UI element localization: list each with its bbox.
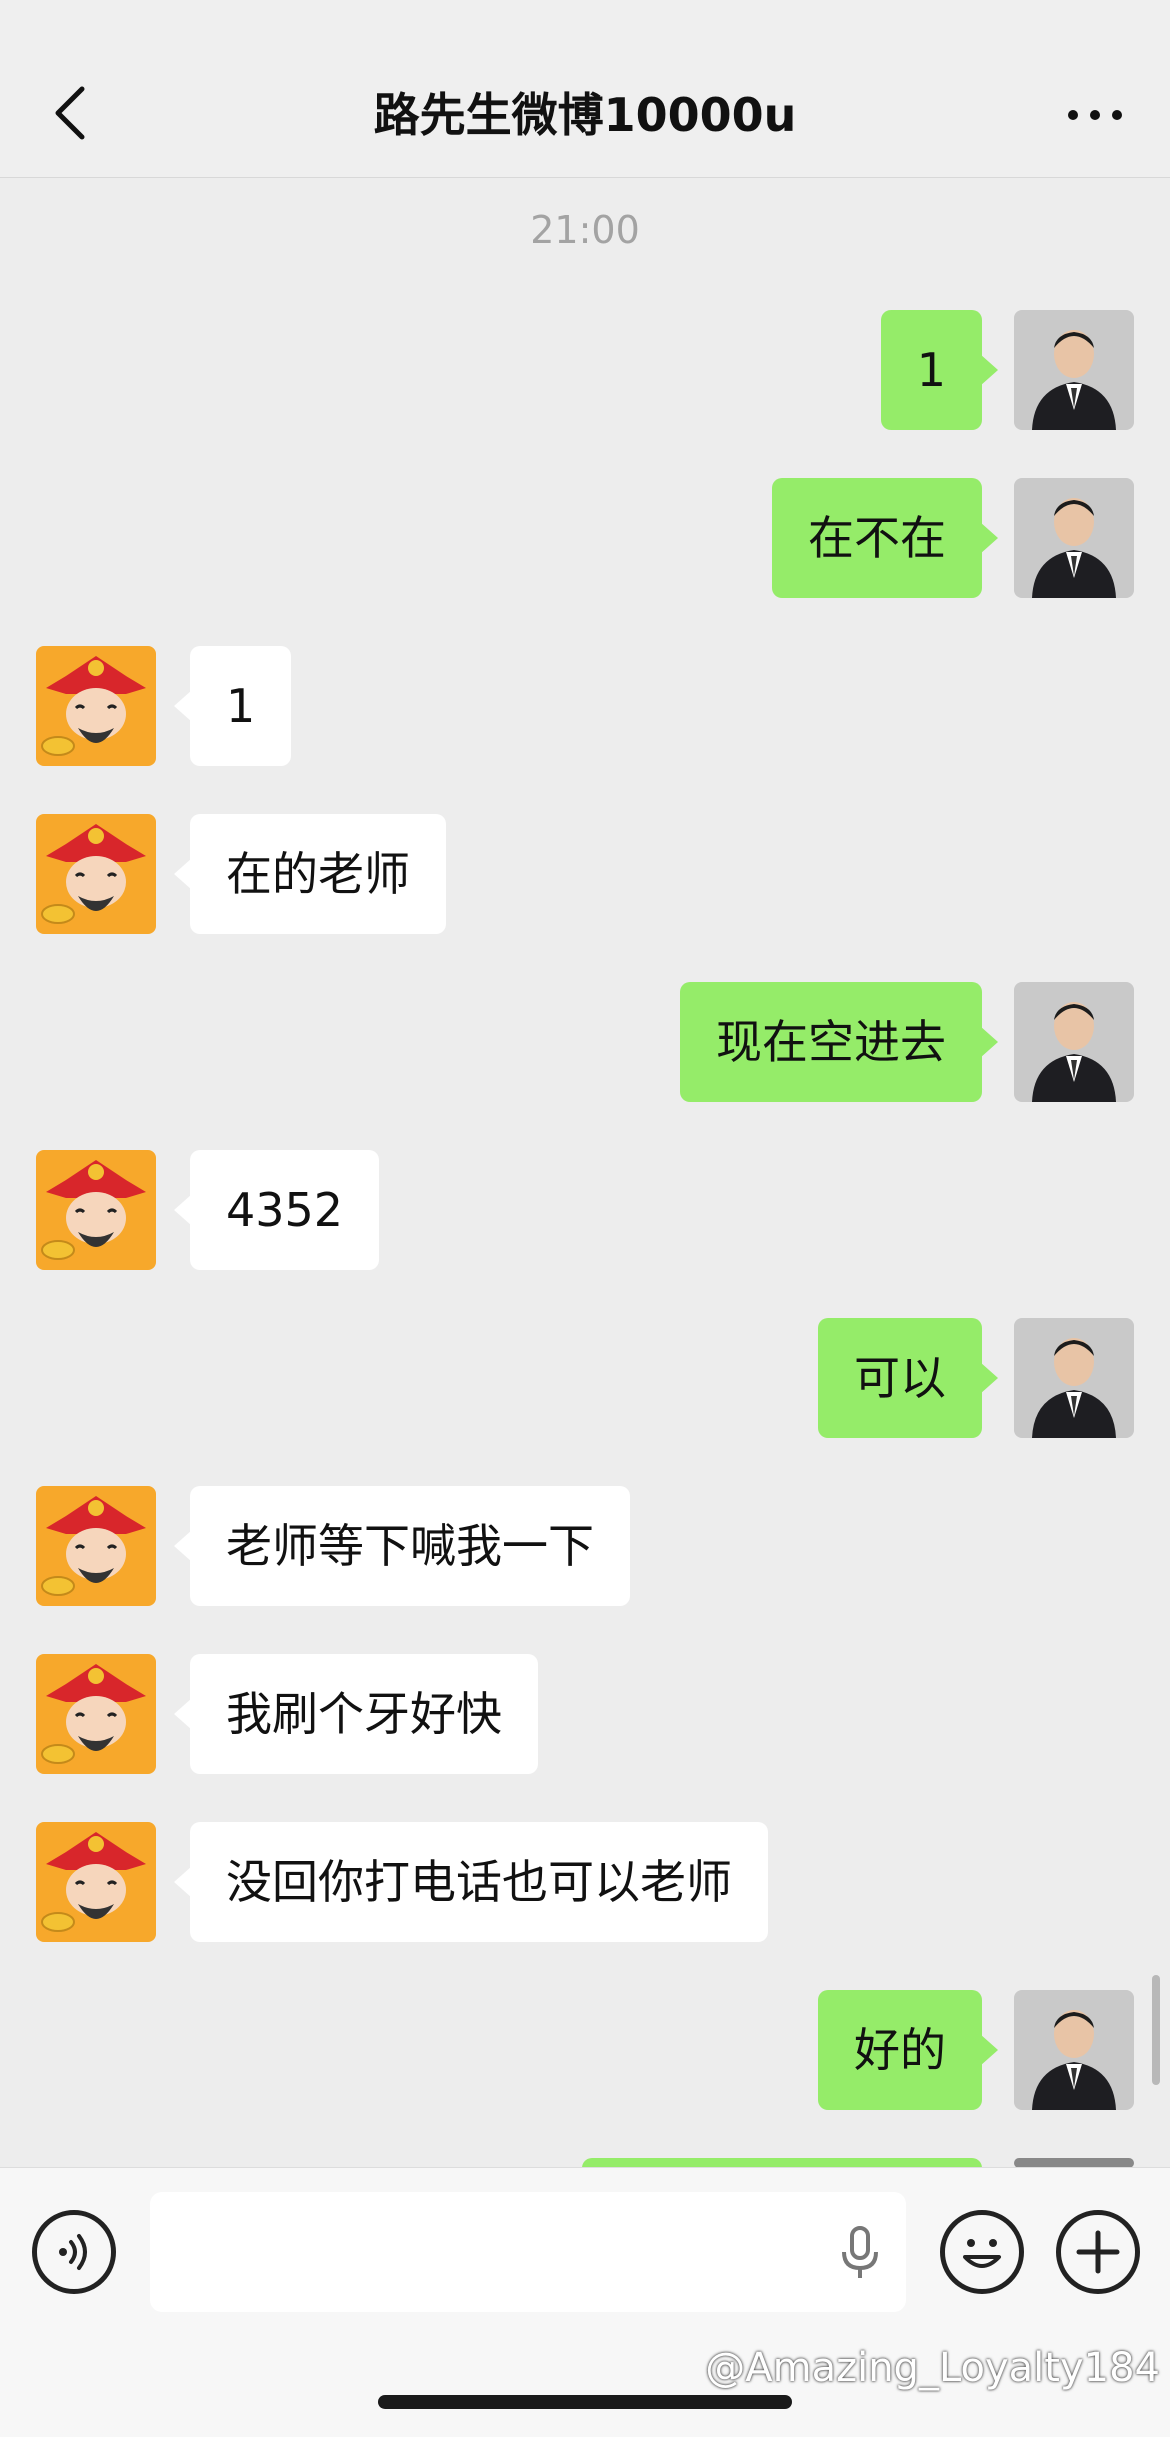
message-bubble-received[interactable]: 老师等下喊我一下 [174,1486,630,1606]
contact-avatar[interactable] [36,646,156,766]
voice-icon [59,2234,87,2270]
message-bubble-sent[interactable]: 现在空进去 [680,982,998,1102]
message-bubble-sent[interactable]: 1 [880,310,999,430]
plus-icon [1076,2230,1120,2274]
emoji-button[interactable] [940,2210,1024,2294]
emoji-icon [963,2239,1001,2268]
more-actions-button[interactable] [1056,2210,1140,2294]
message-bubble-received[interactable]: 没回你打电话也可以老师 [174,1822,768,1942]
microphone-icon[interactable] [830,2222,890,2282]
message-timestamp: 21:00 [530,208,640,252]
message-bubble-received[interactable]: 1 [173,646,292,766]
contact-avatar[interactable] [36,1822,156,1942]
contact-avatar[interactable] [36,1150,156,1270]
more-button[interactable] [1060,85,1130,145]
chat-scrollbar[interactable] [1152,1975,1160,2085]
contact-avatar[interactable] [36,1654,156,1774]
chat-header: 路先生微博10000u [0,0,1170,178]
message-bubble-sent[interactable]: 可以 [818,1318,998,1438]
voice-toggle-button[interactable] [32,2210,116,2294]
message-text-input[interactable] [150,2192,906,2312]
back-button[interactable] [40,78,100,148]
more-dots-icon [1068,110,1122,120]
watermark-text: @Amazing_Loyalty184 [705,2345,1160,2391]
message-bubble-received[interactable]: 我刷个牙好快 [174,1654,538,1774]
chat-title: 路先生微博10000u [373,88,797,142]
contact-avatar[interactable] [36,1486,156,1606]
message-bubble-received[interactable]: 在的老师 [174,814,446,934]
home-indicator[interactable] [378,2395,792,2409]
message-bubble-sent[interactable]: 好的 [818,1990,998,2110]
my-avatar[interactable] [1014,1318,1134,1438]
my-avatar[interactable] [1014,982,1134,1102]
contact-avatar[interactable] [36,814,156,934]
message-bubble-sent[interactable]: 在不在 [772,478,998,598]
message-bubble-received[interactable]: 4352 [173,1150,380,1270]
my-avatar[interactable] [1014,478,1134,598]
my-avatar[interactable] [1014,310,1134,430]
my-avatar[interactable] [1014,1990,1134,2110]
chevron-left-icon [55,86,85,140]
